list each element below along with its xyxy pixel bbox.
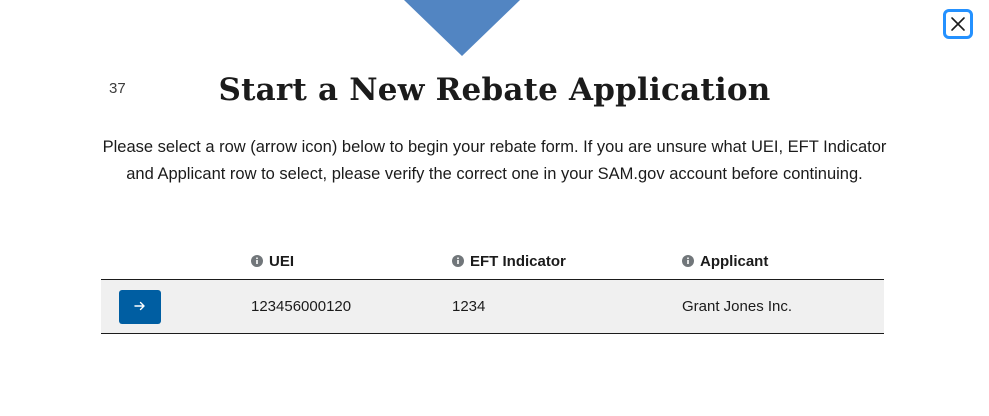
- cell-uei: 123456000120: [251, 298, 352, 315]
- table-row: 123456000120 1234 Grant Jones Inc.: [101, 280, 884, 334]
- header-applicant-label: Applicant: [700, 252, 769, 270]
- info-icon: [452, 255, 464, 267]
- header-uei-label: UEI: [269, 252, 295, 270]
- cell-applicant: Grant Jones Inc.: [682, 298, 793, 315]
- cell-eft: 1234: [452, 298, 486, 315]
- select-row-button[interactable]: [119, 289, 161, 324]
- info-icon: [251, 255, 263, 267]
- header-eft-label: EFT Indicator: [470, 252, 566, 270]
- close-icon: [950, 16, 966, 32]
- table-header-row: UEI EFT Indicator Applicant: [101, 243, 884, 280]
- close-button[interactable]: [943, 9, 973, 39]
- sam-entity-table: UEI EFT Indicator Applicant 123456000120…: [101, 243, 884, 334]
- arrow-right-icon: [134, 298, 146, 315]
- header-uei: UEI: [251, 253, 452, 270]
- modal-title: Start a New Rebate Application: [218, 72, 771, 108]
- row-action-cell: [101, 289, 251, 324]
- header-applicant: Applicant: [682, 253, 884, 270]
- tooltip-pointer: [404, 0, 520, 56]
- modal-instructions: Please select a row (arrow icon) below t…: [102, 138, 887, 183]
- rebate-modal: 37 Start a New Rebate Application Please…: [0, 0, 989, 416]
- header-eft: EFT Indicator: [452, 253, 682, 270]
- info-icon: [682, 255, 694, 267]
